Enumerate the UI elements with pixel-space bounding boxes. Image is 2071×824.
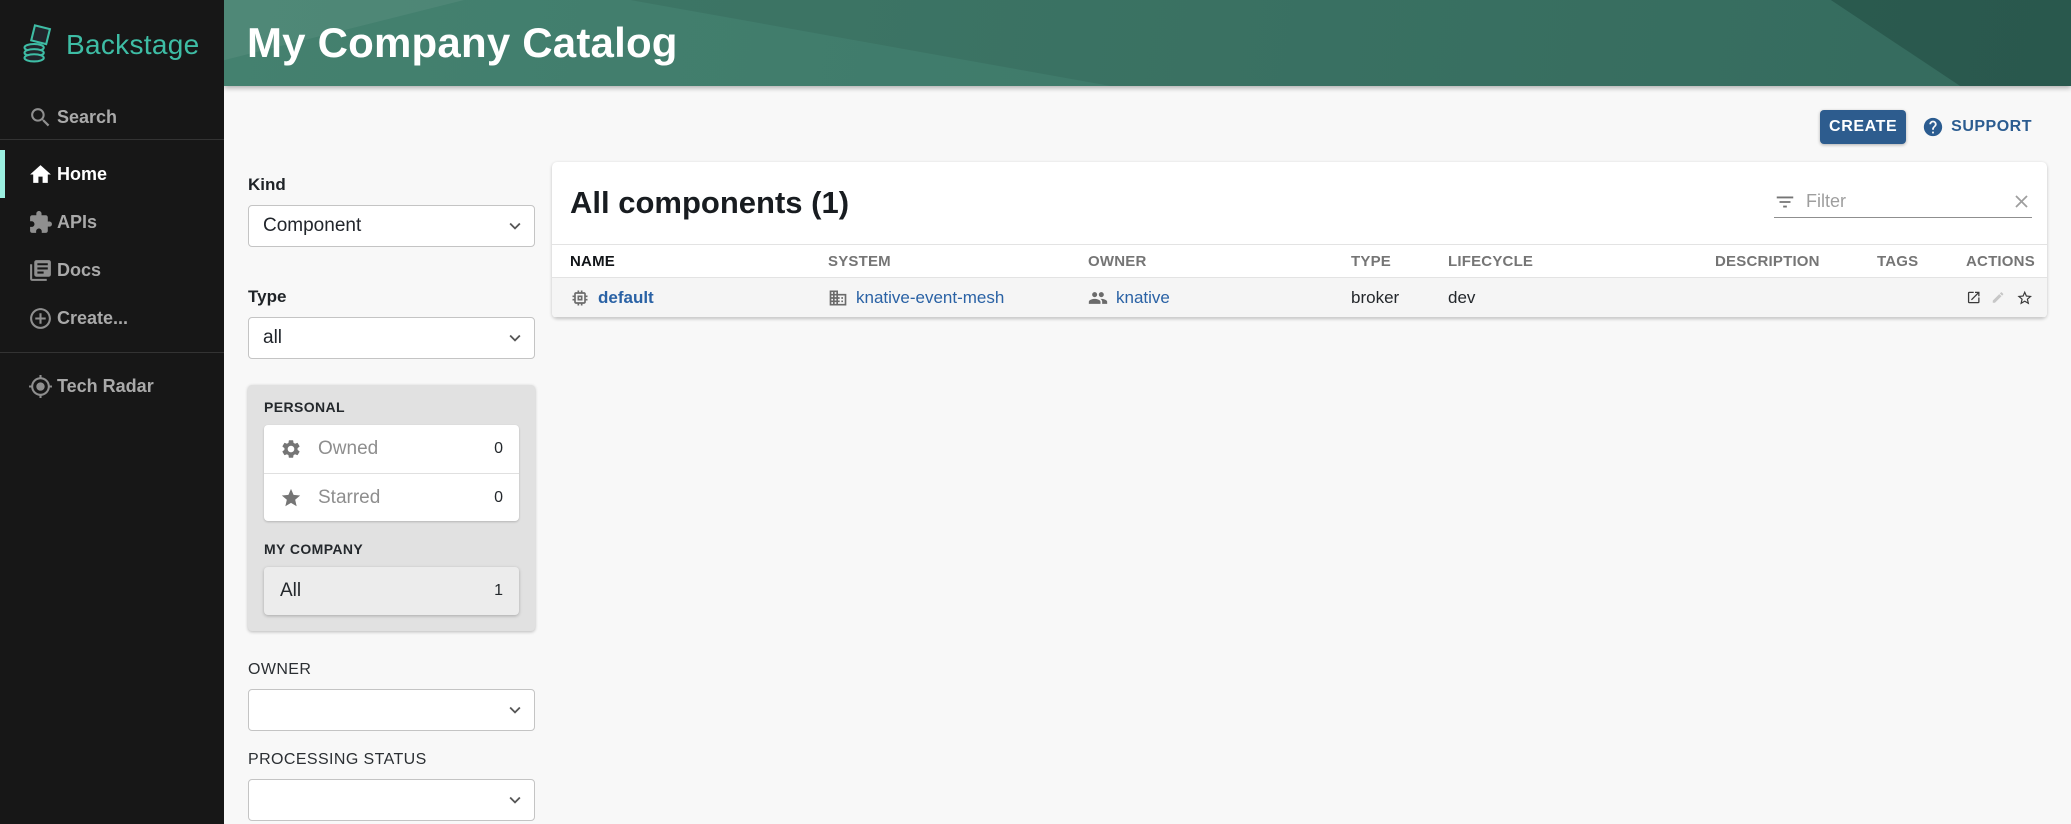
name-cell: default <box>552 288 828 308</box>
lifecycle-cell: dev <box>1448 288 1715 308</box>
page-title: My Company Catalog <box>247 19 678 67</box>
kind-select[interactable]: Component <box>248 205 535 247</box>
table-row: default knative-event-mesh knative broke… <box>552 278 2047 318</box>
owner-link[interactable]: knative <box>1116 288 1170 308</box>
all-count: 1 <box>494 582 503 600</box>
support-button[interactable]: SUPPORT <box>1922 116 2032 138</box>
system-link[interactable]: knative-event-mesh <box>856 288 1004 308</box>
processing-status-label: PROCESSING STATUS <box>248 751 535 769</box>
spacer <box>248 247 535 287</box>
table-filter-input[interactable] <box>1806 191 2011 212</box>
starred-filter-item[interactable]: Starred 0 <box>264 473 519 521</box>
sidebar-item-home[interactable]: Home <box>0 150 224 198</box>
column-header-name[interactable]: NAME <box>552 253 828 270</box>
system-cell: knative-event-mesh <box>828 288 1088 308</box>
catalog-card-header: All components (1) <box>552 162 2047 244</box>
clear-icon[interactable] <box>2011 191 2032 212</box>
all-filter-item[interactable]: All 1 <box>264 567 519 615</box>
personal-heading: PERSONAL <box>264 399 519 415</box>
entity-picker-panel: PERSONAL Owned 0 Starred 0 MY COMPANY Al… <box>248 385 535 631</box>
sidebar-item-tech-radar[interactable]: Tech Radar <box>0 362 224 410</box>
backstage-logo[interactable]: Backstage <box>20 24 199 66</box>
type-label: Type <box>248 287 535 307</box>
kind-label: Kind <box>248 175 535 195</box>
column-header-type[interactable]: TYPE <box>1351 253 1448 270</box>
star-border-icon[interactable] <box>2016 285 2033 311</box>
column-header-actions: ACTIONS <box>1966 253 2047 270</box>
owner-select[interactable] <box>248 689 535 731</box>
spacer <box>248 631 535 661</box>
all-label: All <box>280 580 494 602</box>
building-icon <box>828 288 848 308</box>
toolbar: CREATE SUPPORT <box>1820 110 2032 144</box>
actions-cell <box>1966 285 2047 311</box>
personal-list: Owned 0 Starred 0 <box>264 425 519 521</box>
sidebar-item-search[interactable]: Search <box>0 93 224 141</box>
sidebar-item-label: APIs <box>57 212 97 233</box>
spacer <box>248 359 535 385</box>
processing-status-select[interactable] <box>248 779 535 821</box>
search-icon <box>28 105 53 130</box>
star-icon <box>280 487 302 509</box>
owner-cell: knative <box>1088 288 1351 308</box>
puzzle-icon <box>28 210 53 235</box>
chevron-down-icon <box>504 699 526 721</box>
owned-count: 0 <box>494 440 503 458</box>
column-header-lifecycle[interactable]: LIFECYCLE <box>1448 253 1715 270</box>
spacer <box>248 731 535 751</box>
chevron-down-icon <box>504 327 526 349</box>
backstage-logo-icon <box>20 24 56 66</box>
help-icon <box>1922 116 1944 138</box>
starred-label: Starred <box>318 487 494 509</box>
table-header-row: NAME SYSTEM OWNER TYPE LIFECYCLE DESCRIP… <box>552 244 2047 278</box>
catalog-heading: All components (1) <box>570 185 849 221</box>
owner-label: OWNER <box>248 661 535 679</box>
owned-filter-item[interactable]: Owned 0 <box>264 425 519 473</box>
sidebar-item-label: Docs <box>57 260 101 281</box>
backstage-app: Backstage Search Home APIs Docs Create..… <box>0 0 2071 824</box>
filter-panel: Kind Component Type all PERSONAL Owned 0 <box>248 175 535 821</box>
brand-name: Backstage <box>66 29 199 61</box>
table-filter <box>1774 188 2032 218</box>
sidebar-item-label: Home <box>57 164 107 185</box>
type-select[interactable]: all <box>248 317 535 359</box>
sidebar-item-label: Tech Radar <box>57 376 154 397</box>
chevron-down-icon <box>504 215 526 237</box>
entity-link[interactable]: default <box>598 288 654 308</box>
filter-list-icon <box>1774 191 1796 213</box>
open-in-new-icon[interactable] <box>1966 286 1981 309</box>
component-chip-icon <box>570 288 590 308</box>
sidebar-item-docs[interactable]: Docs <box>0 246 224 294</box>
sidebar-item-label: Create... <box>57 308 128 329</box>
starred-count: 0 <box>494 489 503 507</box>
column-header-owner[interactable]: OWNER <box>1088 253 1351 270</box>
sidebar-item-create[interactable]: Create... <box>0 294 224 342</box>
my-company-heading: MY COMPANY <box>264 541 519 557</box>
sidebar-divider <box>0 352 224 353</box>
sidebar-item-apis[interactable]: APIs <box>0 198 224 246</box>
home-icon <box>28 162 53 187</box>
kind-select-value: Component <box>263 215 361 237</box>
add-circle-icon <box>28 306 53 331</box>
sidebar: Backstage Search Home APIs Docs Create..… <box>0 0 224 824</box>
create-button[interactable]: CREATE <box>1820 110 1906 144</box>
page-header: My Company Catalog <box>224 0 2071 86</box>
column-header-description[interactable]: DESCRIPTION <box>1715 253 1877 270</box>
type-select-value: all <box>263 327 282 349</box>
sidebar-divider <box>0 139 224 140</box>
catalog-card: All components (1) NAME SYSTEM OWNER TYP… <box>552 162 2047 318</box>
active-indicator <box>0 150 5 198</box>
gear-icon <box>280 438 302 460</box>
owned-label: Owned <box>318 438 494 460</box>
sidebar-item-label: Search <box>57 107 117 128</box>
docs-icon <box>28 258 53 283</box>
support-label: SUPPORT <box>1951 118 2032 136</box>
radar-icon <box>28 374 53 399</box>
type-cell: broker <box>1351 288 1448 308</box>
edit-icon[interactable] <box>1991 287 2005 308</box>
column-header-system[interactable]: SYSTEM <box>828 253 1088 270</box>
chevron-down-icon <box>504 789 526 811</box>
column-header-tags[interactable]: TAGS <box>1877 253 1966 270</box>
group-icon <box>1088 288 1108 308</box>
